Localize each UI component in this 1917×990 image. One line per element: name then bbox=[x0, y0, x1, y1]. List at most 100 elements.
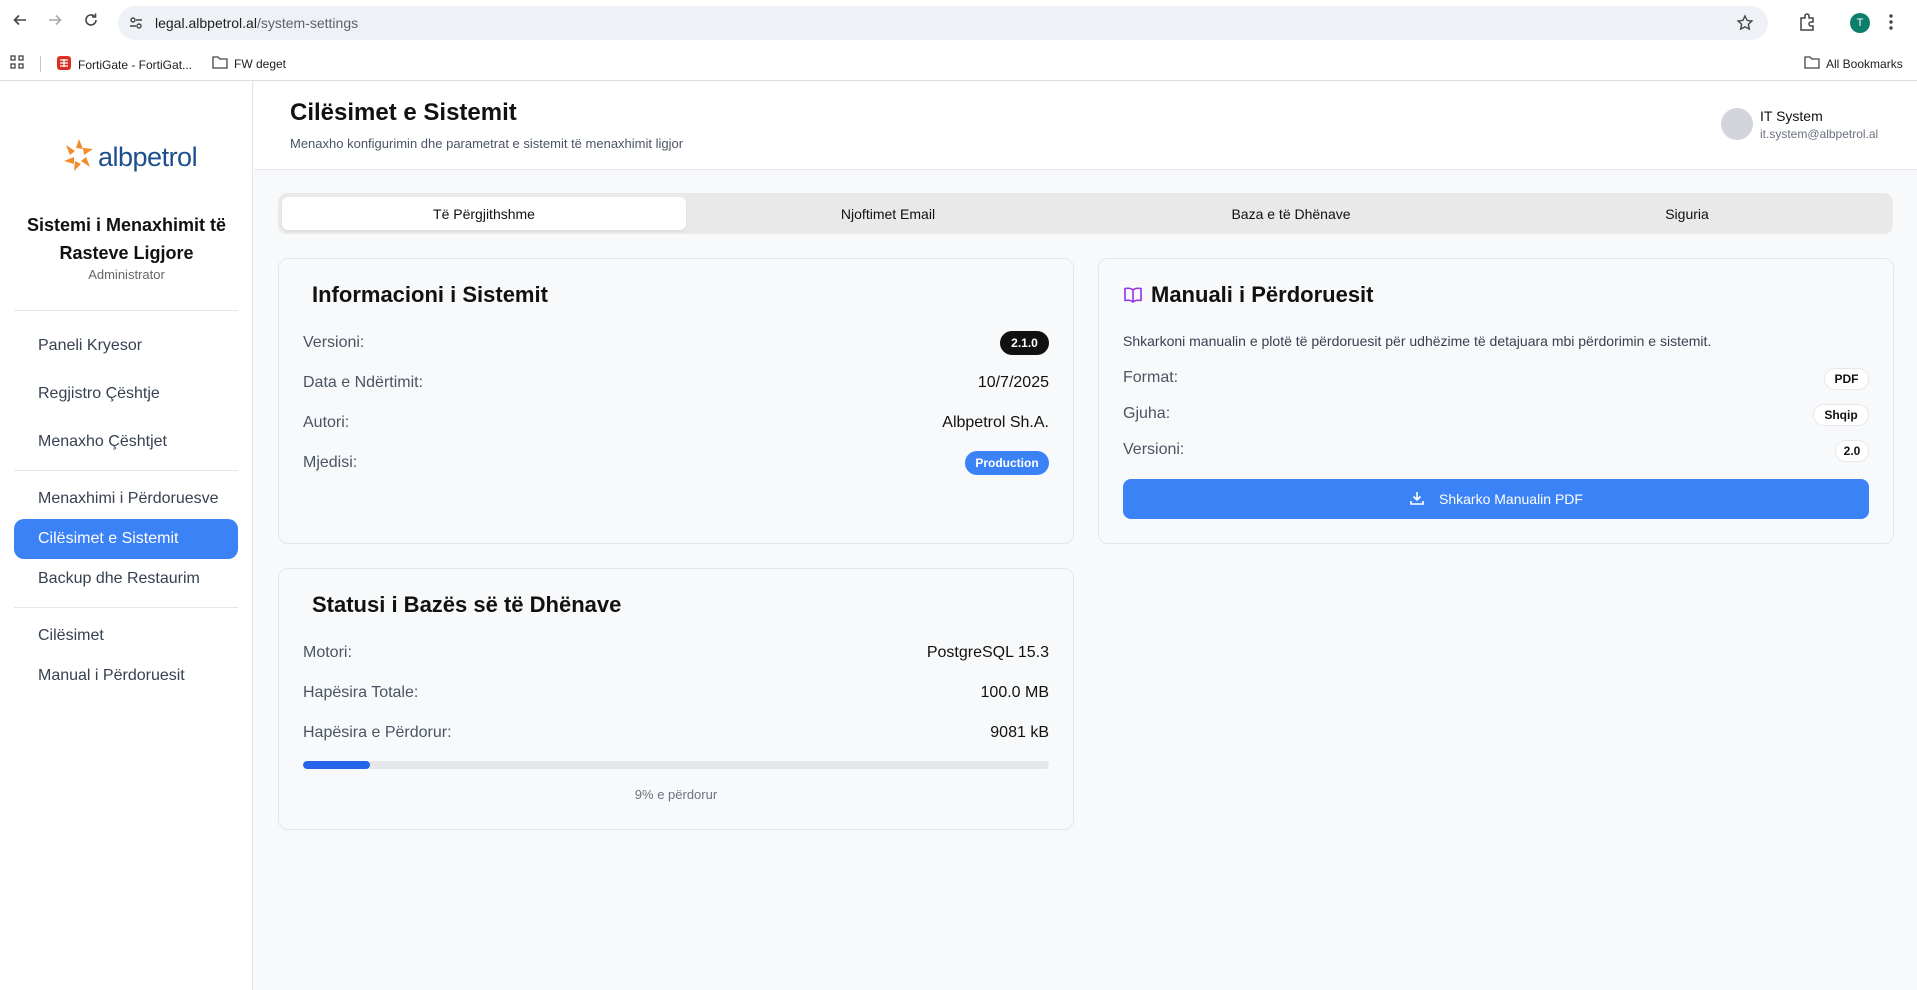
folder-icon bbox=[212, 55, 228, 72]
manual-version-badge: 2.0 bbox=[1835, 440, 1869, 462]
build-date-label: Data e Ndërtimit: bbox=[303, 374, 424, 391]
sidebar-divider bbox=[14, 470, 238, 471]
app-title-line1: Sistemi i Menaxhimit të bbox=[26, 215, 227, 235]
more-menu-icon[interactable] bbox=[1888, 13, 1894, 36]
forward-arrow-icon[interactable] bbox=[46, 11, 64, 29]
bookmark-fw-deget[interactable]: FW deget bbox=[212, 55, 286, 72]
tab-label: Siguria bbox=[1665, 205, 1709, 222]
engine-label: Motori: bbox=[303, 644, 352, 661]
sidebar-item-label: Menaxhimi i Përdoruesve bbox=[38, 490, 219, 507]
book-open-icon bbox=[1123, 286, 1143, 309]
sidebar-item-user-manual[interactable]: Manual i Përdoruesit bbox=[14, 656, 238, 696]
settings-tabs: Të Përgjithshme Njoftimet Email Baza e t… bbox=[278, 193, 1893, 234]
app-title: Sistemi i Menaxhimit të Rasteve Ligjore bbox=[0, 211, 253, 267]
reload-icon[interactable] bbox=[82, 11, 100, 29]
sidebar-item-backup-restore[interactable]: Backup dhe Restaurim bbox=[14, 559, 238, 599]
version-badge: 2.1.0 bbox=[1000, 331, 1049, 355]
used-space-label: Hapësira e Përdorur: bbox=[303, 724, 452, 741]
folder-icon bbox=[1804, 55, 1820, 72]
storage-progress-bar bbox=[303, 761, 1049, 769]
sidebar-item-dashboard[interactable]: Paneli Kryesor bbox=[14, 326, 238, 366]
sidebar-item-label: Cilësimet bbox=[38, 627, 104, 644]
sidebar-item-label: Regjistro Çështje bbox=[38, 385, 160, 402]
tab-email-notifications[interactable]: Njoftimet Email bbox=[686, 197, 1090, 230]
build-date-value: 10/7/2025 bbox=[977, 374, 1049, 391]
user-email: it.system@albpetrol.al bbox=[1760, 127, 1879, 141]
url-path: /system-settings bbox=[256, 15, 359, 31]
user-name: IT System bbox=[1760, 108, 1823, 124]
back-arrow-icon[interactable] bbox=[11, 11, 29, 29]
url-text[interactable]: legal.albpetrol.al/system-settings bbox=[155, 15, 358, 31]
page-subtitle: Menaxho konfigurimin dhe parametrat e si… bbox=[290, 136, 684, 151]
sidebar-item-system-settings[interactable]: Cilësimet e Sistemit bbox=[14, 519, 238, 559]
sidebar-item-label: Backup dhe Restaurim bbox=[38, 570, 200, 587]
extensions-icon[interactable] bbox=[1797, 12, 1817, 37]
sidebar-item-label: Menaxho Çështjet bbox=[38, 433, 167, 450]
albpetrol-logo: albpetrol bbox=[62, 137, 198, 178]
total-space-value: 100.0 MB bbox=[980, 684, 1049, 701]
download-icon bbox=[1409, 490, 1425, 509]
avatar[interactable] bbox=[1721, 108, 1753, 140]
sidebar-item-user-management[interactable]: Menaxhimi i Përdoruesve bbox=[14, 479, 238, 519]
apps-grid-icon[interactable] bbox=[10, 55, 24, 69]
sidebar-item-manage-cases[interactable]: Menaxho Çështjet bbox=[14, 422, 238, 462]
bookmark-fortigate[interactable]: FortiGate - FortiGat... bbox=[56, 55, 192, 74]
used-space-value: 9081 kB bbox=[990, 724, 1049, 741]
card-title: Informacioni i Sistemit bbox=[312, 282, 548, 307]
engine-value: PostgreSQL 15.3 bbox=[926, 644, 1049, 661]
card-title: Manuali i Përdoruesit bbox=[1151, 282, 1374, 307]
address-bar[interactable]: legal.albpetrol.al/system-settings bbox=[118, 6, 1768, 40]
sidebar-item-label: Paneli Kryesor bbox=[38, 337, 143, 354]
bookmark-label: FortiGate - FortiGat... bbox=[78, 57, 193, 72]
all-bookmarks-label: All Bookmarks bbox=[1826, 56, 1903, 71]
bookmarks-bar: FortiGate - FortiGat... FW deget All Boo… bbox=[0, 46, 1917, 81]
system-info-card: Informacioni i Sistemit Versioni: 2.1.0 … bbox=[278, 258, 1074, 544]
user-role: Administrator bbox=[88, 267, 165, 282]
manual-version-label: Versioni: bbox=[1123, 441, 1185, 458]
all-bookmarks[interactable]: All Bookmarks bbox=[1804, 55, 1903, 72]
page-header: Cilësimet e Sistemit Menaxho konfigurimi… bbox=[254, 81, 1917, 170]
tab-label: Njoftimet Email bbox=[840, 205, 936, 222]
profile-initial: T bbox=[1856, 17, 1864, 29]
sidebar: albpetrol Sistemi i Menaxhimit të Rastev… bbox=[0, 81, 253, 990]
card-title: Statusi i Bazës së të Dhënave bbox=[312, 592, 622, 617]
version-label: Versioni: bbox=[303, 334, 365, 351]
site-info-icon[interactable] bbox=[128, 15, 144, 36]
format-badge: PDF bbox=[1824, 368, 1869, 390]
language-label: Gjuha: bbox=[1123, 405, 1171, 422]
bookmarks-separator bbox=[40, 56, 41, 72]
environment-label: Mjedisi: bbox=[303, 454, 358, 471]
tab-label: Të Përgjithshme bbox=[433, 205, 535, 222]
manual-description: Shkarkoni manualin e plotë të përdoruesi… bbox=[1123, 333, 1712, 349]
fortigate-icon bbox=[56, 55, 72, 74]
sidebar-item-settings[interactable]: Cilësimet bbox=[14, 616, 238, 656]
profile-avatar[interactable]: T bbox=[1850, 13, 1870, 33]
storage-progress-fill bbox=[303, 761, 371, 769]
url-domain: legal.albpetrol.al bbox=[155, 15, 257, 31]
tab-database[interactable]: Baza e të Dhënave bbox=[1089, 197, 1493, 230]
author-value: Albpetrol Sh.A. bbox=[942, 414, 1049, 431]
tab-security[interactable]: Siguria bbox=[1485, 197, 1889, 230]
download-manual-button[interactable]: Shkarko Manualin PDF bbox=[1123, 479, 1869, 519]
bookmark-label: FW deget bbox=[234, 56, 287, 71]
total-space-label: Hapësira Totale: bbox=[303, 684, 419, 701]
tab-label: Baza e të Dhënave bbox=[1231, 205, 1351, 222]
download-button-label: Shkarko Manualin PDF bbox=[1439, 491, 1583, 507]
environment-badge: Production bbox=[965, 451, 1049, 475]
browser-toolbar: legal.albpetrol.al/system-settings T bbox=[0, 0, 1917, 46]
sidebar-divider bbox=[14, 310, 238, 311]
sidebar-item-register-case[interactable]: Regjistro Çështje bbox=[14, 374, 238, 414]
page-title: Cilësimet e Sistemit bbox=[290, 99, 517, 126]
sidebar-item-label: Manual i Përdoruesit bbox=[38, 667, 185, 684]
format-label: Format: bbox=[1123, 369, 1179, 386]
bookmark-star-icon[interactable] bbox=[1736, 14, 1754, 37]
language-badge: Shqip bbox=[1813, 404, 1869, 426]
tab-general[interactable]: Të Përgjithshme bbox=[282, 197, 686, 230]
app-title-line2: Rasteve Ligjore bbox=[59, 243, 194, 263]
logo-text: albpetrol bbox=[98, 142, 198, 172]
sidebar-divider bbox=[14, 607, 238, 608]
logo-mark-icon bbox=[62, 137, 96, 178]
sidebar-item-label: Cilësimet e Sistemit bbox=[38, 530, 179, 547]
storage-used-text: 9% e përdorur bbox=[634, 787, 718, 802]
author-label: Autori: bbox=[303, 414, 350, 431]
